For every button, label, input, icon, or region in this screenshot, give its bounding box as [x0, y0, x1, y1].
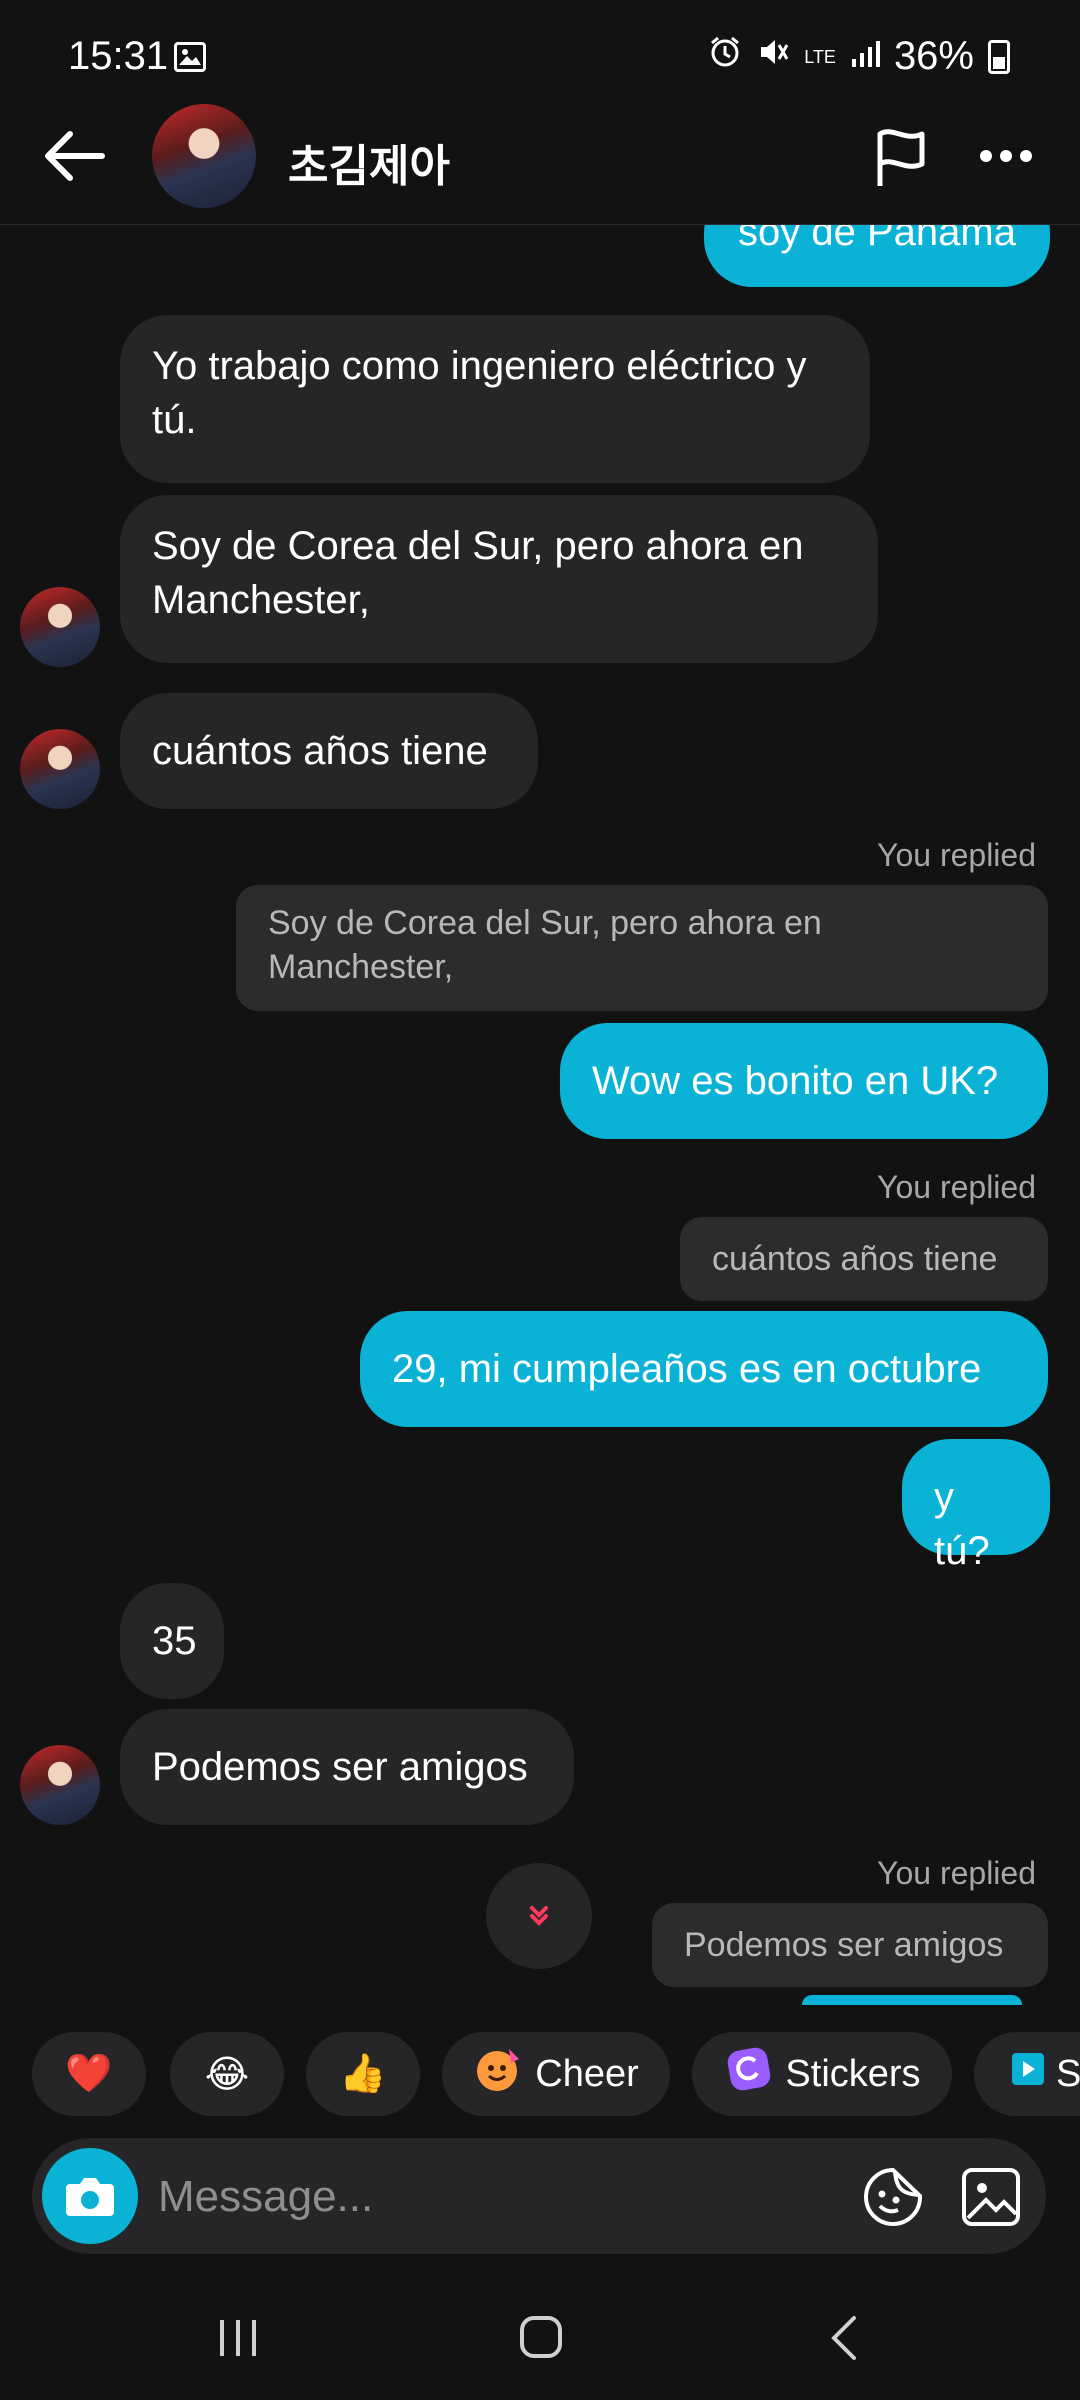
replied-label: You replied	[877, 1855, 1036, 1891]
outgoing-message[interactable]: Wow es bonito en UK?	[560, 1023, 1048, 1139]
reply-quote[interactable]: Podemos ser amigos	[652, 1903, 1048, 1987]
gallery-notification-icon	[174, 42, 206, 72]
replied-label: You replied	[877, 837, 1036, 873]
incoming-message[interactable]: Yo trabajo como ingeniero eléctrico y tú…	[120, 315, 870, 483]
stickers-button[interactable]: Stickers	[692, 2032, 952, 2116]
more-options-icon[interactable]	[976, 146, 1036, 166]
status-icons: LTE 36%	[708, 34, 1010, 79]
incoming-message[interactable]: cuántos años tiene	[120, 693, 538, 809]
incoming-message[interactable]: Soy de Corea del Sur, pero ahora en Manc…	[120, 495, 878, 663]
message-input[interactable]	[156, 2160, 800, 2234]
thumbs-up-icon: 👍	[339, 2053, 387, 2095]
heart-reaction-button[interactable]: ❤️	[32, 2032, 146, 2116]
alarm-icon	[708, 34, 742, 79]
sender-avatar[interactable]	[20, 729, 100, 809]
recent-apps-icon[interactable]	[216, 2316, 260, 2360]
contact-name[interactable]: 초김제아	[288, 130, 450, 194]
reply-quote[interactable]: cuántos años tiene	[680, 1217, 1048, 1301]
network-type: LTE	[804, 46, 836, 67]
stickers-icon	[723, 2043, 775, 2105]
heart-icon: ❤️	[65, 2053, 113, 2095]
status-time: 15:31	[68, 34, 169, 78]
sender-avatar[interactable]	[20, 1745, 100, 1825]
stickers-label: Stickers	[785, 2052, 921, 2095]
cheer-icon	[473, 2043, 525, 2105]
camera-button[interactable]	[42, 2148, 138, 2244]
system-back-icon[interactable]	[826, 2314, 862, 2362]
outgoing-message[interactable]: y tú?	[902, 1439, 1050, 1573]
thumbs-up-reaction-button[interactable]: 👍	[306, 2032, 420, 2116]
cheer-label: Cheer	[535, 2052, 639, 2095]
scroll-to-bottom-button[interactable]	[486, 1863, 592, 1969]
sticker-icon[interactable]	[862, 2166, 924, 2228]
gallery-icon[interactable]	[960, 2166, 1022, 2228]
back-arrow-icon[interactable]	[40, 126, 110, 186]
chevron-down-icon	[530, 1906, 548, 1926]
message-thread[interactable]: soy de Panamá Yo trabajo como ingeniero …	[0, 225, 1080, 2005]
outgoing-message[interactable]: soy de Panamá	[704, 225, 1050, 287]
sender-avatar[interactable]	[20, 587, 100, 667]
laughing-emoji-icon: 😂	[204, 2053, 250, 2096]
camera-icon	[66, 2178, 114, 2216]
cheer-button[interactable]: Cheer	[442, 2032, 670, 2116]
outgoing-message[interactable]: 29, mi cumpleaños es en octubre	[360, 1311, 1048, 1427]
mute-icon	[756, 34, 790, 79]
incoming-message[interactable]: 35	[120, 1583, 224, 1699]
incoming-message[interactable]: Podemos ser amigos	[120, 1709, 574, 1825]
reply-quote[interactable]: Soy de Corea del Sur, pero ahora en Manc…	[236, 885, 1048, 1011]
play-icon	[1010, 2051, 1046, 2097]
outgoing-message[interactable]	[802, 1995, 1022, 2005]
battery-icon	[988, 39, 1010, 74]
contact-avatar[interactable]	[152, 104, 256, 208]
more-chip-label: S	[1056, 2052, 1080, 2095]
laugh-reaction-button[interactable]: 😂	[170, 2032, 284, 2116]
more-chip-button[interactable]: S	[974, 2032, 1080, 2116]
battery-percent: 36%	[893, 34, 974, 78]
signal-icon	[850, 34, 880, 79]
home-icon[interactable]	[518, 2314, 564, 2360]
flag-icon[interactable]	[870, 126, 930, 190]
replied-label: You replied	[877, 1169, 1036, 1205]
